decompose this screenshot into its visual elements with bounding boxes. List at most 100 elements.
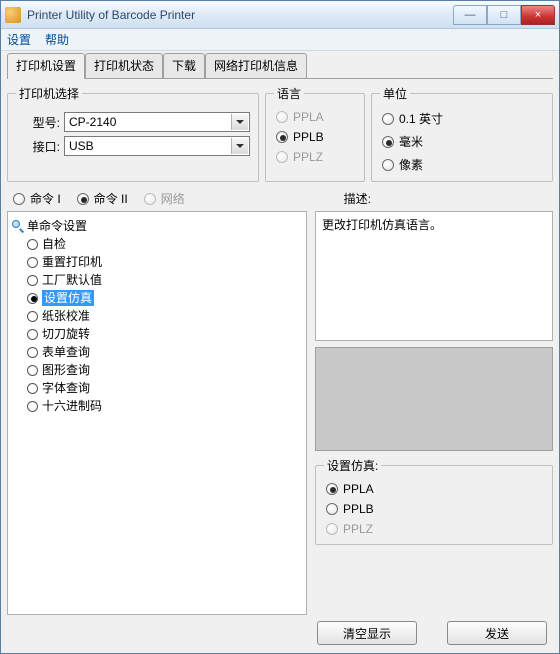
- radio-icon: [326, 523, 338, 535]
- tree-item-selftest[interactable]: 自检: [24, 235, 304, 253]
- main-row: 单命令设置 自检 重置打印机 工厂默认值 设置仿真 纸张校准 切刀旋转 表单查询…: [7, 211, 553, 615]
- radio-icon: [27, 275, 38, 286]
- menu-settings[interactable]: 设置: [7, 31, 31, 48]
- radio-cmd-1-label: 命令 I: [30, 190, 61, 207]
- radio-icon: [276, 111, 288, 123]
- group-printer-select-legend: 打印机选择: [16, 85, 82, 102]
- combo-model-value: CP-2140: [69, 115, 116, 129]
- right-column: 更改打印机仿真语言。 设置仿真: PPLA PPLB: [315, 211, 553, 615]
- radio-unit-mm[interactable]: 毫米: [382, 133, 544, 150]
- radio-lang-pplz-label: PPLZ: [293, 150, 323, 164]
- radio-icon: [27, 239, 38, 250]
- description-label: 描述:: [344, 190, 371, 207]
- client-area: 打印机设置 打印机状态 下载 网络打印机信息 打印机选择 型号: CP-2140…: [1, 51, 559, 653]
- radio-cmd-network-label: 网络: [161, 190, 185, 207]
- radio-icon: [382, 159, 394, 171]
- radio-icon: [276, 131, 288, 143]
- tree-item-paper-cal[interactable]: 纸张校准: [24, 307, 304, 325]
- radio-unit-inch[interactable]: 0.1 英寸: [382, 110, 544, 127]
- radio-unit-mm-label: 毫米: [399, 133, 423, 150]
- radio-cmd-2-label: 命令 II: [94, 190, 128, 207]
- tree-item-form-query[interactable]: 表单查询: [24, 343, 304, 361]
- combo-port[interactable]: USB: [64, 136, 250, 156]
- unit-radiolist: 0.1 英寸 毫米 像素: [380, 108, 544, 173]
- radio-icon: [27, 293, 38, 304]
- description-box: 更改打印机仿真语言。: [315, 211, 553, 341]
- radio-icon: [326, 483, 338, 495]
- radio-lang-pplb[interactable]: PPLB: [276, 130, 356, 144]
- tree-item-font-query[interactable]: 字体查询: [24, 379, 304, 397]
- radio-sim-ppla[interactable]: PPLA: [326, 482, 544, 496]
- group-language: 语言 PPLA PPLB PPLZ: [265, 85, 365, 182]
- tab-download[interactable]: 下载: [163, 53, 205, 78]
- radio-unit-inch-label: 0.1 英寸: [399, 110, 443, 127]
- group-simulation-legend: 设置仿真:: [324, 457, 381, 474]
- window-buttons: — □ ×: [453, 5, 555, 25]
- radio-lang-pplz: PPLZ: [276, 150, 356, 164]
- radio-icon: [382, 136, 394, 148]
- radio-icon: [276, 151, 288, 163]
- tree-item-simulation[interactable]: 设置仿真: [24, 289, 304, 307]
- simulation-radiolist: PPLA PPLB PPLZ: [324, 480, 544, 536]
- radio-cmd-network: 网络: [144, 190, 185, 207]
- preview-box: [315, 347, 553, 451]
- tree-item-hex[interactable]: 十六进制码: [24, 397, 304, 415]
- clear-button[interactable]: 清空显示: [317, 621, 417, 645]
- tree-item-cutter[interactable]: 切刀旋转: [24, 325, 304, 343]
- tree-item-graphic-query[interactable]: 图形查询: [24, 361, 304, 379]
- radio-icon: [27, 401, 38, 412]
- command-tree[interactable]: 单命令设置 自检 重置打印机 工厂默认值 设置仿真 纸张校准 切刀旋转 表单查询…: [7, 211, 307, 615]
- minimize-button[interactable]: —: [453, 5, 487, 25]
- menu-help[interactable]: 帮助: [45, 31, 69, 48]
- radio-icon: [27, 365, 38, 376]
- bottom-button-row: 清空显示 发送: [7, 621, 547, 645]
- tree-root-label: 单命令设置: [27, 217, 87, 234]
- radio-icon: [326, 503, 338, 515]
- app-icon: [5, 7, 21, 23]
- tab-printer-status[interactable]: 打印机状态: [85, 53, 163, 78]
- tree-item-factory[interactable]: 工厂默认值: [24, 271, 304, 289]
- description-text: 更改打印机仿真语言。: [322, 218, 442, 232]
- menubar: 设置 帮助: [1, 29, 559, 51]
- window-title: Printer Utility of Barcode Printer: [27, 8, 453, 22]
- row-model: 型号: CP-2140: [16, 112, 250, 132]
- tree-root[interactable]: 单命令设置: [10, 216, 304, 235]
- combo-model[interactable]: CP-2140: [64, 112, 250, 132]
- radio-sim-pplb[interactable]: PPLB: [326, 502, 544, 516]
- radio-lang-ppla-label: PPLA: [293, 110, 324, 124]
- radio-icon: [27, 257, 38, 268]
- close-button[interactable]: ×: [521, 5, 555, 25]
- magnifier-icon: [12, 220, 24, 232]
- radio-sim-pplz: PPLZ: [326, 522, 544, 536]
- row-port: 接口: USB: [16, 136, 250, 156]
- radio-unit-pixel-label: 像素: [399, 156, 423, 173]
- command-mode-row: 命令 I 命令 II 网络 描述:: [13, 190, 551, 207]
- radio-cmd-1[interactable]: 命令 I: [13, 190, 61, 207]
- maximize-button[interactable]: □: [487, 5, 521, 25]
- radio-icon: [382, 113, 394, 125]
- radio-unit-pixel[interactable]: 像素: [382, 156, 544, 173]
- radio-icon: [27, 347, 38, 358]
- radio-sim-pplz-label: PPLZ: [343, 522, 373, 536]
- tree-children: 自检 重置打印机 工厂默认值 设置仿真 纸张校准 切刀旋转 表单查询 图形查询 …: [24, 235, 304, 415]
- titlebar: Printer Utility of Barcode Printer — □ ×: [1, 1, 559, 29]
- radio-lang-ppla: PPLA: [276, 110, 356, 124]
- radio-cmd-2[interactable]: 命令 II: [77, 190, 128, 207]
- radio-icon: [144, 193, 156, 205]
- combo-port-value: USB: [69, 139, 94, 153]
- group-unit: 单位 0.1 英寸 毫米 像素: [371, 85, 553, 182]
- radio-sim-ppla-label: PPLA: [343, 482, 374, 496]
- tree-item-reset[interactable]: 重置打印机: [24, 253, 304, 271]
- group-simulation: 设置仿真: PPLA PPLB PPLZ: [315, 457, 553, 545]
- chevron-down-icon: [236, 120, 244, 124]
- tab-network-info[interactable]: 网络打印机信息: [205, 53, 307, 78]
- language-radiolist: PPLA PPLB PPLZ: [274, 108, 356, 164]
- radio-lang-pplb-label: PPLB: [293, 130, 324, 144]
- radio-sim-pplb-label: PPLB: [343, 502, 374, 516]
- radio-icon: [77, 193, 89, 205]
- label-model: 型号:: [16, 114, 60, 131]
- send-button[interactable]: 发送: [447, 621, 547, 645]
- tab-printer-settings[interactable]: 打印机设置: [7, 53, 85, 79]
- chevron-down-icon: [236, 144, 244, 148]
- app-window: Printer Utility of Barcode Printer — □ ×…: [0, 0, 560, 654]
